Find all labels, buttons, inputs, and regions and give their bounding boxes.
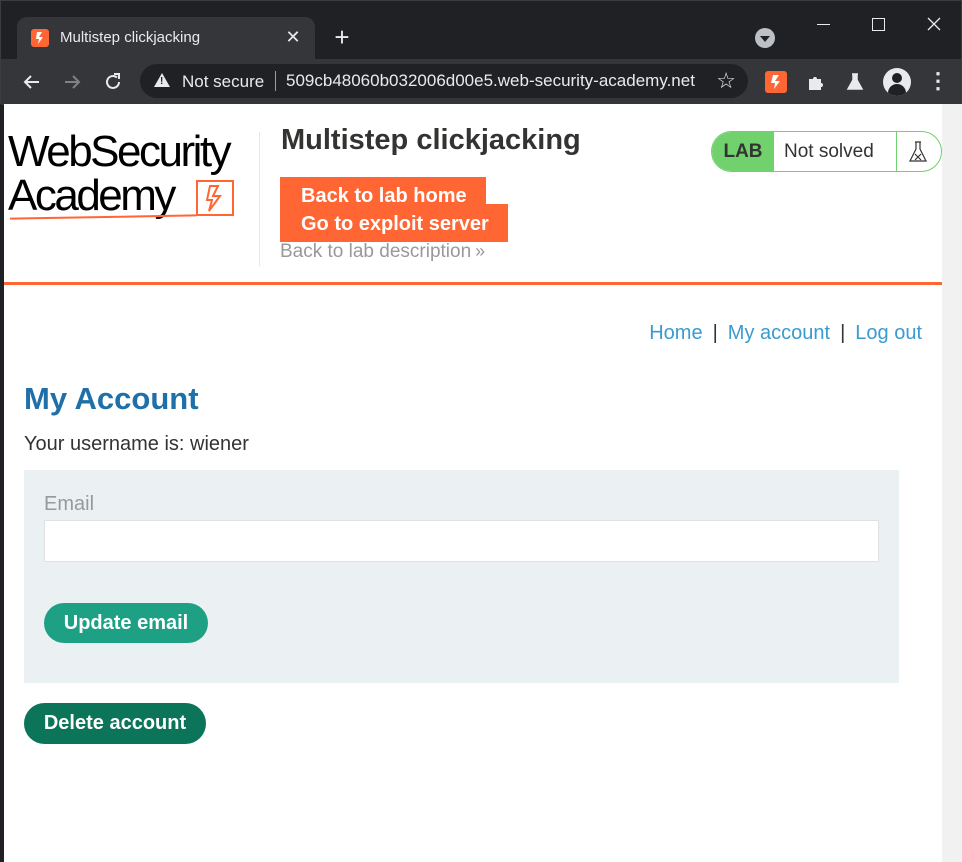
academy-logo[interactable]: WebSecurity Academy (8, 130, 256, 222)
status-divider (896, 132, 897, 171)
nav-separator: | (712, 322, 718, 344)
update-email-button[interactable]: Update email (44, 603, 208, 643)
lab-status-tag: LAB (712, 132, 774, 171)
page-scrollbar[interactable] (942, 104, 962, 862)
account-nav: Home | My account | Log out (649, 322, 922, 345)
lab-title: Multistep clickjacking (281, 124, 581, 156)
browser-toolbar: Not secure 509cb48060b032006d00e5.web-se… (1, 59, 961, 105)
burp-favicon-icon (31, 29, 49, 47)
browser-tab[interactable]: Multistep clickjacking ✕ (17, 17, 315, 59)
back-button[interactable] (19, 69, 45, 95)
logo-line2: Academy (8, 171, 176, 220)
tab-search-icon[interactable] (755, 28, 775, 48)
lab-description-label: Back to lab description (280, 241, 472, 262)
security-indicator[interactable]: Not secure (182, 72, 264, 92)
close-icon (927, 17, 941, 31)
lightning-icon (196, 180, 234, 216)
address-bar[interactable]: Not secure 509cb48060b032006d00e5.web-se… (140, 64, 748, 98)
tab-close-icon[interactable]: ✕ (283, 27, 303, 47)
nav-separator: | (840, 322, 846, 344)
burp-extension-icon[interactable] (765, 71, 787, 93)
puzzle-icon[interactable] (805, 71, 827, 93)
page-viewport: WebSecurity Academy Multistep clickjacki… (4, 104, 942, 862)
email-label: Email (44, 493, 95, 515)
star-icon[interactable]: ☆ (716, 68, 736, 94)
tab-title: Multistep clickjacking (60, 29, 201, 46)
kebab-menu-icon[interactable]: ⋮ (927, 70, 949, 94)
minimize-button[interactable] (809, 9, 839, 39)
go-to-exploit-server-button[interactable]: Go to exploit server (280, 204, 508, 242)
new-tab-button[interactable]: + (329, 24, 355, 51)
header-divider (259, 132, 260, 266)
username-text: Your username is: wiener (24, 433, 249, 455)
arrow-right-icon (65, 75, 81, 89)
email-field[interactable] (44, 520, 879, 562)
lab-status-text: Not solved (784, 141, 874, 162)
nav-home-link[interactable]: Home (649, 322, 702, 344)
tab-strip: Multistep clickjacking ✕ + (1, 1, 961, 59)
browser-chrome: Multistep clickjacking ✕ + Not secure 50… (0, 0, 962, 105)
delete-account-button[interactable]: Delete account (24, 703, 206, 744)
warning-icon (154, 73, 170, 87)
logo-line1: WebSecurity (8, 127, 232, 176)
nav-my-account-link[interactable]: My account (728, 322, 830, 344)
page-title: My Account (24, 381, 199, 416)
maximize-button[interactable] (863, 9, 893, 39)
forward-button[interactable] (59, 69, 85, 95)
reload-button[interactable] (100, 69, 126, 95)
reload-icon (106, 73, 120, 89)
url-text[interactable]: 509cb48060b032006d00e5.web-security-acad… (286, 71, 704, 91)
lab-header: WebSecurity Academy Multistep clickjacki… (4, 104, 942, 285)
arrow-left-icon (23, 75, 39, 89)
profile-icon[interactable] (883, 68, 911, 96)
nav-log-out-link[interactable]: Log out (855, 322, 922, 344)
double-chevron-right-icon: » (475, 241, 486, 261)
flask-icon[interactable] (844, 71, 866, 93)
flask-icon (906, 139, 930, 165)
address-divider (275, 71, 276, 91)
change-email-form: Email Update email (24, 470, 899, 683)
window-close-button[interactable] (919, 9, 949, 39)
lab-status-widget: LAB Not solved (711, 131, 942, 172)
back-to-lab-description-link[interactable]: Back to lab description» (280, 241, 485, 263)
